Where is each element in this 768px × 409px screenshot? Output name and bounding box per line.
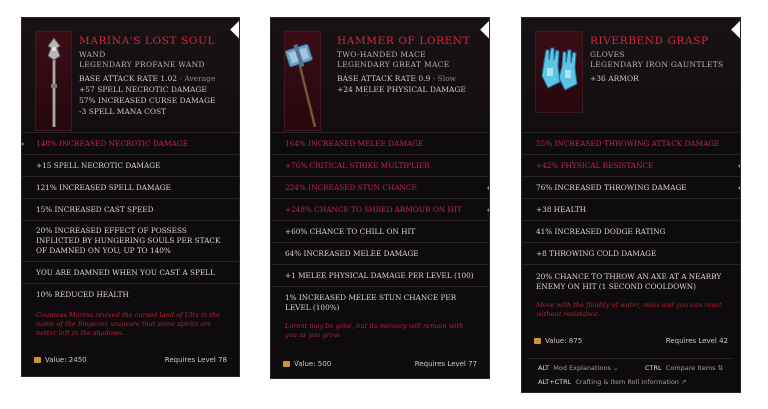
item-tooltip-riverbend-grasp: Riverbend Grasp Gloves Legendary Iron Ga… xyxy=(521,17,741,393)
affix-row: 64% Increased Melee Damage xyxy=(271,242,489,264)
affix-row: +42% Physical Resistance xyxy=(522,154,740,176)
affix-row: 121% Increased Spell Damage xyxy=(22,176,239,198)
item-tooltip-marinas-lost-soul: Marina's Lost Soul Wand Legendary Profan… xyxy=(21,17,240,377)
implicit-line: 57% Increased Curse Damage xyxy=(79,96,216,105)
level-requirement: Requires Level 77 xyxy=(414,360,477,368)
tooltip-header: Hammer of Lorent Two-Handed Mace Legenda… xyxy=(271,18,489,132)
item-name: Riverbend Grasp xyxy=(590,35,709,47)
lore-text: Move with the fluidity of water, relax a… xyxy=(536,301,722,318)
wand-icon xyxy=(47,37,61,127)
keybind-crafting-info[interactable]: ALT+CTRL Crafting & Item Roll Informatio… xyxy=(538,378,686,386)
base-attack-rate: Base Attack Rate 0.9 - Slow xyxy=(337,74,457,83)
item-type: Gloves xyxy=(590,50,625,59)
item-type: Two-Handed Mace xyxy=(337,50,426,59)
affix-row: +38 Health xyxy=(522,198,740,220)
coin-icon xyxy=(534,338,541,344)
implicit-line: +24 Melee Physical Damage xyxy=(337,85,466,94)
item-value: Value: 875 xyxy=(545,337,583,345)
affix-row: 76% Increased Throwing Damage xyxy=(522,176,740,198)
tooltip-header: Marina's Lost Soul Wand Legendary Profan… xyxy=(22,18,239,132)
affix-row: +248% Chance to Shred Armour on Hit xyxy=(271,198,489,220)
item-image xyxy=(535,31,583,113)
item-image xyxy=(35,31,72,131)
base-attack-rate: Base Attack Rate 1.02 - Average xyxy=(79,74,216,83)
affix-row: +8 Throwing Cold Damage xyxy=(522,242,740,264)
affix-row: 1% Increased Melee Stun chance per level… xyxy=(271,286,489,318)
affix-row: You are Damned when you cast a spell xyxy=(22,261,239,283)
item-name: Hammer of Lorent xyxy=(337,35,471,47)
tooltip-header: Riverbend Grasp Gloves Legendary Iron Ga… xyxy=(522,18,740,132)
item-value: Value: 2450 xyxy=(45,356,87,364)
item-type: Wand xyxy=(79,50,106,59)
item-name: Marina's Lost Soul xyxy=(79,35,216,47)
affix-row: 224% Increased Stun Chance xyxy=(271,176,489,198)
keybind-mod-explanations[interactable]: ALT Mod Explanations ⌄ xyxy=(538,364,618,372)
item-rarity: Legendary Profane Wand xyxy=(79,60,205,69)
implicit-line: -3 Spell Mana Cost xyxy=(79,107,167,116)
affix-row: 164% Increased Melee Damage xyxy=(271,132,489,154)
item-tooltip-hammer-of-lorent: Hammer of Lorent Two-Handed Mace Legenda… xyxy=(270,17,490,379)
level-requirement: Requires Level 78 xyxy=(164,356,227,364)
affix-row: 20% Increased Effect of Possess Inflicte… xyxy=(22,220,239,261)
affix-row: 41% Increased Dodge Rating xyxy=(522,220,740,242)
affix-row: 20% Chance to Throw an Axe at a nearby e… xyxy=(522,264,740,298)
level-requirement: Requires Level 42 xyxy=(665,337,728,345)
affix-list: 148% Increased Necrotic Damage +15 Spell… xyxy=(22,132,239,305)
affix-row: +1 Melee Physical Damage per level (100) xyxy=(271,264,489,286)
affix-row: +76% Critical Strike Multiplier xyxy=(271,154,489,176)
affix-list: 164% Increased Melee Damage +76% Critica… xyxy=(271,132,489,318)
lore-text: Countess Marina revived the cursed land … xyxy=(36,311,221,337)
item-image xyxy=(284,31,321,131)
affix-row: +15 Spell Necrotic Damage xyxy=(22,154,239,176)
item-rarity: Legendary Great Mace xyxy=(337,60,450,69)
affix-row: 10% Reduced Health xyxy=(22,283,239,305)
item-value: Value: 500 xyxy=(294,360,332,368)
coin-icon xyxy=(34,357,41,363)
implicit-line: +57 Spell Necrotic Damage xyxy=(79,85,207,94)
keybind-compare-items[interactable]: CTRL Compare Items ⇅ xyxy=(645,364,723,372)
gauntlets-icon xyxy=(541,47,578,91)
implicit-line: +36 Armor xyxy=(590,74,639,83)
item-rarity: Legendary Iron Gauntlets xyxy=(590,60,724,69)
affix-row: +60% Chance to Chill on Hit xyxy=(271,220,489,242)
affix-list: 55% Increased Throwing Attack Damage +42… xyxy=(522,132,740,298)
affix-row: 15% Increased Cast Speed xyxy=(22,198,239,220)
lore-text: Lorent may be gone, but its memory will … xyxy=(285,322,464,339)
mace-icon xyxy=(284,43,317,128)
coin-icon xyxy=(283,361,290,367)
affix-row: 148% Increased Necrotic Damage xyxy=(22,132,239,154)
affix-row: 55% Increased Throwing Attack Damage xyxy=(522,132,740,154)
